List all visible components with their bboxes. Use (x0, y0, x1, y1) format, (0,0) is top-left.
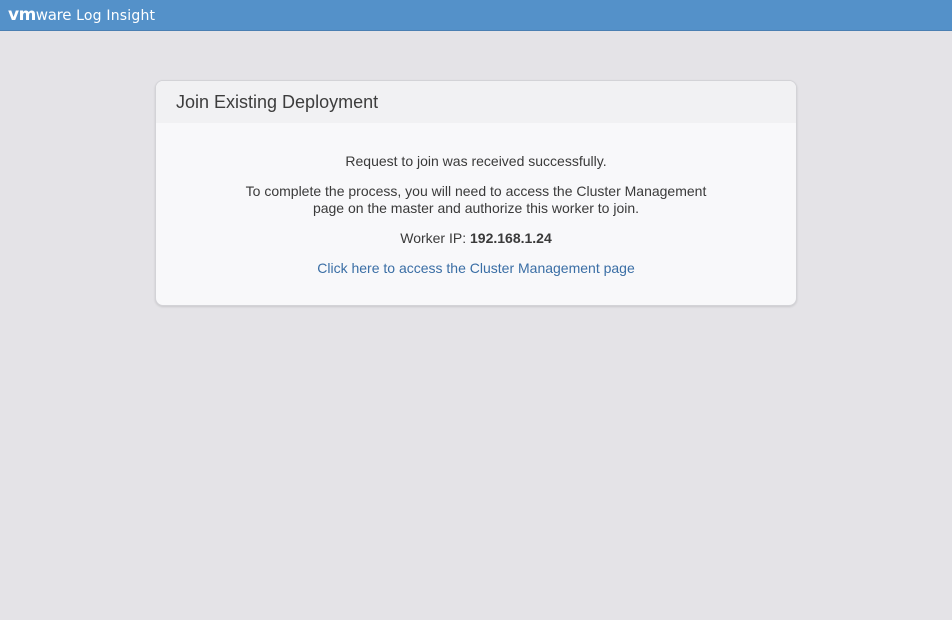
instructions-text: To complete the process, you will need t… (245, 183, 707, 216)
join-deployment-panel: Join Existing Deployment Request to join… (155, 80, 797, 306)
instructions-container: To complete the process, you will need t… (156, 183, 796, 217)
worker-ip-value: 192.168.1.24 (470, 230, 552, 246)
cluster-link-row: Click here to access the Cluster Managem… (156, 260, 796, 277)
brand-vm-text: vm (8, 5, 36, 25)
product-name: Log Insight (76, 8, 156, 24)
panel-title: Join Existing Deployment (176, 91, 379, 112)
panel-header: Join Existing Deployment (156, 81, 796, 123)
vmware-log-insight-logo[interactable]: vm ware Log Insight (8, 5, 155, 25)
panel-body: Request to join was received successfull… (156, 123, 796, 277)
success-message: Request to join was received successfull… (345, 153, 607, 169)
cluster-management-link[interactable]: Click here to access the Cluster Managem… (317, 260, 635, 276)
brand-ware-text: ware (35, 6, 72, 24)
worker-ip-row: Worker IP: 192.168.1.24 (156, 230, 796, 247)
worker-ip-label: Worker IP: (400, 230, 467, 246)
top-navigation-bar: vm ware Log Insight (0, 0, 952, 31)
